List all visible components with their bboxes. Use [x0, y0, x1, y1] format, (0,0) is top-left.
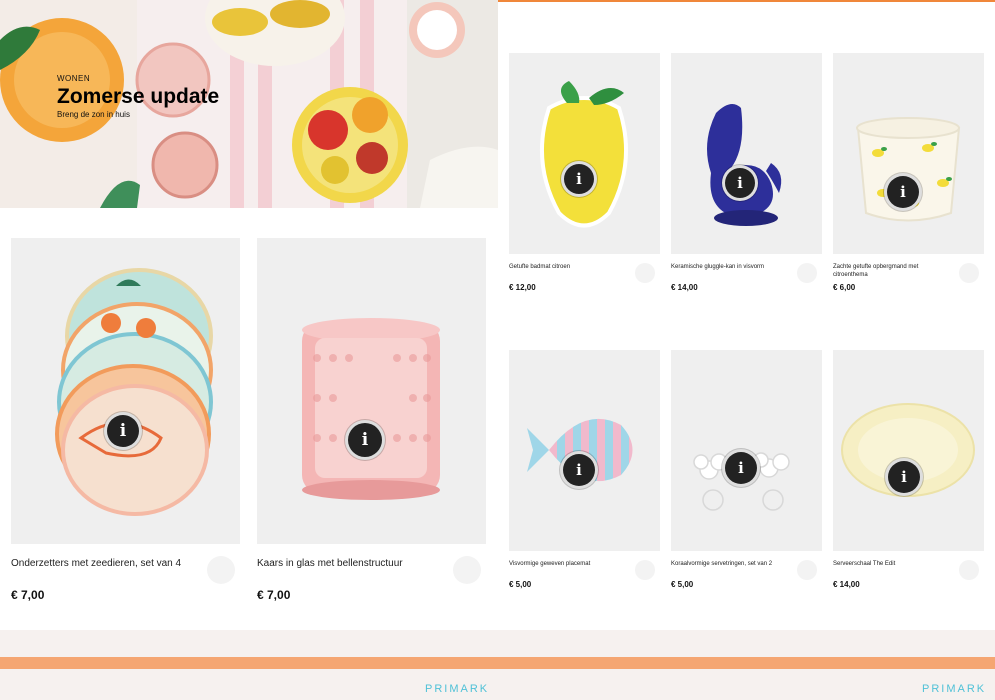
footer-bottom: [0, 669, 995, 700]
product-card[interactable]: i Serveerschaal The Edit € 14,00: [833, 350, 984, 600]
product-card[interactable]: i Zachte getufte opbergmand met citroent…: [833, 53, 984, 303]
coasters-image[interactable]: i: [11, 238, 240, 544]
lemon-basket-image[interactable]: i: [833, 53, 984, 254]
product-price: € 7,00: [257, 588, 291, 602]
product-price: € 7,00: [11, 588, 45, 602]
fish-jug-image[interactable]: i: [671, 53, 822, 254]
product-card[interactable]: i Kaars in glas met bellenstructuur € 7,…: [257, 238, 486, 618]
primark-logo[interactable]: PRIMARK: [425, 683, 489, 695]
product-name[interactable]: Getufte badmat citroen: [509, 264, 627, 272]
product-price: € 5,00: [509, 580, 532, 589]
hero-subtitle: Breng de zon in huis: [57, 110, 130, 119]
hero-text-block: WONEN Zomerse update Breng de zon in hui…: [57, 74, 219, 119]
wishlist-button[interactable]: [635, 560, 655, 580]
product-card[interactable]: i Onderzetters met zeedieren, set van 4 …: [11, 238, 240, 618]
info-icon[interactable]: i: [885, 458, 923, 496]
product-price: € 14,00: [671, 283, 698, 292]
info-icon[interactable]: i: [561, 161, 597, 197]
fish-placemat-image[interactable]: i: [509, 350, 660, 551]
wishlist-button[interactable]: [453, 556, 481, 584]
info-icon[interactable]: i: [722, 449, 760, 487]
product-price: € 6,00: [833, 283, 856, 292]
product-card[interactable]: i Getufte badmat citroen € 12,00: [509, 53, 660, 303]
wishlist-button[interactable]: [797, 263, 817, 283]
info-icon[interactable]: i: [345, 420, 385, 460]
footer-strip: [0, 630, 995, 658]
product-card[interactable]: i Keramische gluggle-kan in visvorm € 14…: [671, 53, 822, 303]
hero-eyebrow: WONEN: [57, 74, 91, 83]
primark-logo[interactable]: PRIMARK: [922, 683, 986, 695]
info-icon[interactable]: i: [560, 451, 598, 489]
product-price: € 14,00: [833, 580, 860, 589]
napkin-rings-image[interactable]: i: [671, 350, 822, 551]
product-name[interactable]: Serveerschaal The Edit: [833, 561, 951, 569]
info-icon[interactable]: i: [884, 173, 922, 211]
candle-image[interactable]: i: [257, 238, 486, 544]
product-price: € 12,00: [509, 283, 536, 292]
product-price: € 5,00: [671, 580, 694, 589]
wishlist-button[interactable]: [635, 263, 655, 283]
product-name[interactable]: Visvormige geweven placemat: [509, 561, 627, 569]
wishlist-button[interactable]: [959, 560, 979, 580]
page: WONEN Zomerse update Breng de zon in hui…: [0, 0, 995, 700]
product-card[interactable]: i Koraalvormige servetringen, set van 2 …: [671, 350, 822, 600]
lemon-bathmat-image[interactable]: i: [509, 53, 660, 254]
product-name[interactable]: Onderzetters met zeedieren, set van 4: [11, 558, 181, 571]
product-name[interactable]: Koraalvormige servetringen, set van 2: [671, 561, 796, 569]
product-name[interactable]: Kaars in glas met bellenstructuur: [257, 558, 403, 571]
hero-title: Zomerse update: [57, 85, 220, 108]
wishlist-button[interactable]: [797, 560, 817, 580]
serving-dish-image[interactable]: i: [833, 350, 984, 551]
wishlist-button[interactable]: [207, 556, 235, 584]
product-name[interactable]: Zachte getufte opbergmand met citroenthe…: [833, 264, 945, 279]
wishlist-button[interactable]: [959, 263, 979, 283]
info-icon[interactable]: i: [722, 165, 758, 201]
top-accent-line: [498, 0, 995, 2]
product-card[interactable]: i Visvormige geweven placemat € 5,00: [509, 350, 660, 600]
info-icon[interactable]: i: [104, 412, 142, 450]
footer-accent-bar: [0, 657, 995, 669]
hero-banner[interactable]: WONEN Zomerse update Breng de zon in hui…: [0, 0, 498, 208]
product-name[interactable]: Keramische gluggle-kan in visvorm: [671, 264, 789, 272]
